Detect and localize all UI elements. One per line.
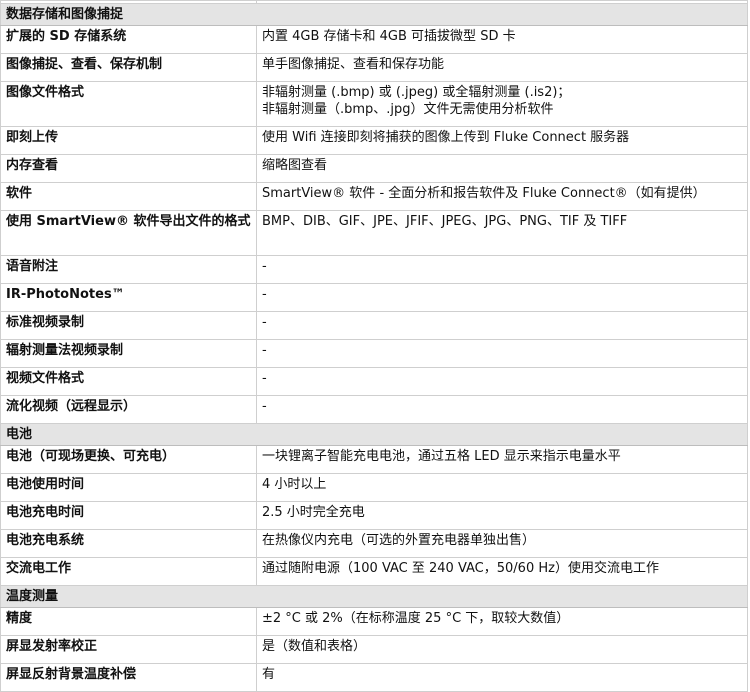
row-label: 内存查看 (0, 154, 257, 183)
table-row: IR-PhotoNotes™ - (0, 283, 748, 312)
row-label: 扩展的 SD 存储系统 (0, 25, 257, 54)
table-row: 屏显反射背景温度补偿 有 (0, 663, 748, 692)
section-header-battery: 电池 (0, 423, 748, 446)
row-label: 精度 (0, 607, 257, 636)
row-label: 交流电工作 (0, 557, 257, 586)
row-label: 流化视频（远程显示） (0, 395, 257, 424)
row-label: 视频文件格式 (0, 367, 257, 396)
row-value: - (256, 395, 748, 424)
section-header-storage: 数据存储和图像捕捉 (0, 3, 748, 26)
table-row: 电池充电系统 在热像仪内充电（可选的外置充电器单独出售） (0, 529, 748, 558)
row-value: 在热像仪内充电（可选的外置充电器单独出售） (256, 529, 748, 558)
row-value: 有 (256, 663, 748, 692)
row-value: 一块锂离子智能充电电池，通过五格 LED 显示来指示电量水平 (256, 445, 748, 474)
row-value: 是（数值和表格） (256, 635, 748, 664)
section-title: 数据存储和图像捕捉 (0, 3, 748, 26)
table-row: 交流电工作 通过随附电源（100 VAC 至 240 VAC，50/60 Hz）… (0, 557, 748, 586)
row-label: 图像文件格式 (0, 81, 257, 127)
row-value-line: 非辐射测量（.bmp、.jpg）文件无需使用分析软件 (262, 102, 554, 117)
row-label: 图像捕捉、查看、保存机制 (0, 53, 257, 82)
table-row: 内存查看 缩略图查看 (0, 154, 748, 183)
row-label: 语音附注 (0, 255, 257, 284)
table-row: 屏显发射率校正 是（数值和表格） (0, 635, 748, 664)
table-row: 图像文件格式 非辐射测量 (.bmp) 或 (.jpeg) 或全辐射测量 (.i… (0, 81, 748, 127)
row-label: 电池使用时间 (0, 473, 257, 502)
table-row: 辐射测量法视频录制 - (0, 339, 748, 368)
row-value-line: 非辐射测量 (.bmp) 或 (.jpeg) 或全辐射测量 (.is2)； (262, 85, 571, 100)
section-title: 电池 (0, 423, 748, 446)
row-value: BMP、DIB、GIF、JPE、JFIF、JPEG、JPG、PNG、TIF 及 … (256, 210, 748, 256)
row-value: SmartView® 软件 - 全面分析和报告软件及 Fluke Connect… (256, 182, 748, 211)
row-value: 单手图像捕捉、查看和保存功能 (256, 53, 748, 82)
spec-table: 数据存储和图像捕捉 扩展的 SD 存储系统 内置 4GB 存储卡和 4GB 可插… (0, 0, 748, 692)
table-row: 电池充电时间 2.5 小时完全充电 (0, 501, 748, 530)
row-label: 使用 SmartView® 软件导出文件的格式 (0, 210, 257, 256)
row-label: 标准视频录制 (0, 311, 257, 340)
section-header-temperature: 温度测量 (0, 585, 748, 608)
table-row: 流化视频（远程显示） - (0, 395, 748, 424)
row-value: 通过随附电源（100 VAC 至 240 VAC，50/60 Hz）使用交流电工… (256, 557, 748, 586)
row-value: 非辐射测量 (.bmp) 或 (.jpeg) 或全辐射测量 (.is2)； 非辐… (256, 81, 748, 127)
table-row: 使用 SmartView® 软件导出文件的格式 BMP、DIB、GIF、JPE、… (0, 210, 748, 256)
row-label: 辐射测量法视频录制 (0, 339, 257, 368)
table-row: 图像捕捉、查看、保存机制 单手图像捕捉、查看和保存功能 (0, 53, 748, 82)
table-row: 精度 ±2 °C 或 2%（在标称温度 25 °C 下，取较大数值） (0, 607, 748, 636)
row-value: ±2 °C 或 2%（在标称温度 25 °C 下，取较大数值） (256, 607, 748, 636)
table-row: 视频文件格式 - (0, 367, 748, 396)
row-label: 电池充电时间 (0, 501, 257, 530)
row-label: IR-PhotoNotes™ (0, 283, 257, 312)
row-value: - (256, 283, 748, 312)
table-row: 电池使用时间 4 小时以上 (0, 473, 748, 502)
table-row: 语音附注 - (0, 255, 748, 284)
row-label: 屏显发射率校正 (0, 635, 257, 664)
table-row: 扩展的 SD 存储系统 内置 4GB 存储卡和 4GB 可插拔微型 SD 卡 (0, 25, 748, 54)
table-row: 软件 SmartView® 软件 - 全面分析和报告软件及 Fluke Conn… (0, 182, 748, 211)
row-label: 电池充电系统 (0, 529, 257, 558)
row-value: 内置 4GB 存储卡和 4GB 可插拔微型 SD 卡 (256, 25, 748, 54)
row-value: 2.5 小时完全充电 (256, 501, 748, 530)
row-value: - (256, 255, 748, 284)
row-value: 使用 Wifi 连接即刻将捕获的图像上传到 Fluke Connect 服务器 (256, 126, 748, 155)
table-row: 电池（可现场更换、可充电） 一块锂离子智能充电电池，通过五格 LED 显示来指示… (0, 445, 748, 474)
row-value: - (256, 311, 748, 340)
table-row: 即刻上传 使用 Wifi 连接即刻将捕获的图像上传到 Fluke Connect… (0, 126, 748, 155)
row-label: 电池（可现场更换、可充电） (0, 445, 257, 474)
row-label: 即刻上传 (0, 126, 257, 155)
section-title: 温度测量 (0, 585, 748, 608)
row-label: 软件 (0, 182, 257, 211)
row-value: 4 小时以上 (256, 473, 748, 502)
row-value: - (256, 339, 748, 368)
table-row: 标准视频录制 - (0, 311, 748, 340)
row-value: 缩略图查看 (256, 154, 748, 183)
row-value: - (256, 367, 748, 396)
row-label: 屏显反射背景温度补偿 (0, 663, 257, 692)
